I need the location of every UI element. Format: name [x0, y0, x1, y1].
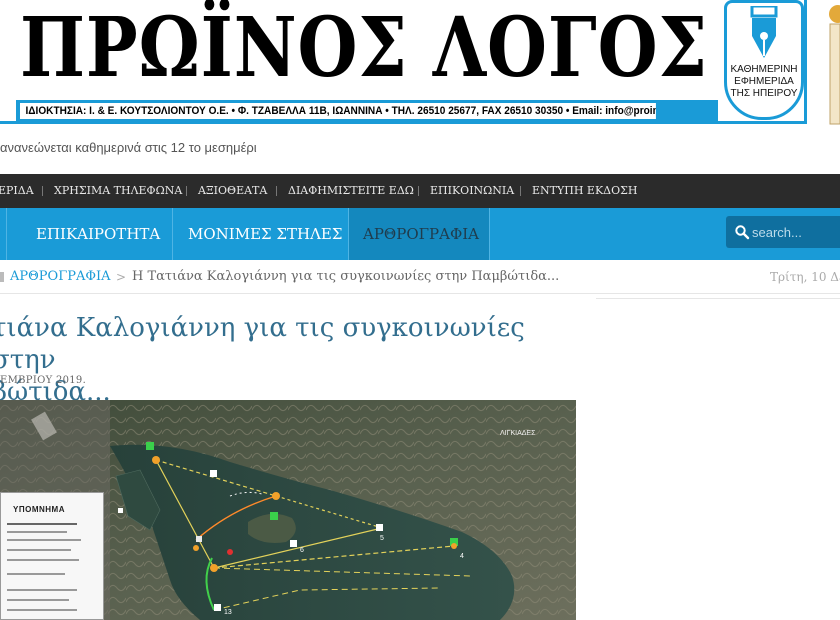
legend-line: [7, 559, 79, 561]
top-nav-separator: [42, 186, 43, 196]
main-nav-divider: [172, 208, 173, 260]
pen-nib-icon: [750, 6, 778, 58]
seal-line-3: ΤΗΣ ΗΠΕΙΡΟΥ: [730, 88, 798, 99]
seal-badge: ΚΑΘΗΜΕΡΙΝΗ ΕΦΗΜΕΡΙΔΑ ΤΗΣ ΗΠΕΙΡΟΥ: [724, 0, 806, 122]
top-nav-item-sights[interactable]: ΑΞΙΟΘΕΑΤΑ: [198, 174, 267, 208]
legend-line: [7, 539, 81, 541]
legend-line: [7, 609, 77, 611]
imprint-bar: ΙΔΙΟΚΤΗΣΙΑ: Ι. & Ε. ΚΟΥΤΣΟΛΙΟΝΤΟΥ Ο.Ε. •…: [16, 100, 718, 122]
svg-text:4: 4: [460, 553, 464, 560]
svg-text:5: 5: [380, 535, 384, 542]
top-nav-separator: [520, 186, 521, 196]
search-input[interactable]: [752, 220, 840, 244]
map-legend: ΥΠΟΜΝΗΜΑ: [0, 492, 104, 620]
article-map-image[interactable]: 6 5 4 13 ΛΙΓΚΙΑΔΕΣ ΥΠΟΜΝΗΜΑ: [0, 400, 576, 620]
search-icon[interactable]: [734, 224, 750, 240]
svg-text:6: 6: [300, 547, 304, 554]
legend-line: [7, 531, 67, 533]
legend-line: [7, 589, 77, 591]
top-nav: ΕΡΙΔΑ ΧΡΗΣΙΜΑ ΤΗΛΕΦΩΝΑ ΑΞΙΟΘΕΑΤΑ ΔΙΑΦΗΜΙ…: [0, 174, 840, 208]
main-nav: ΕΠΙΚΑΙΡΟΤΗΤΑ ΜΟΝΙΜΕΣ ΣΤΗΛΕΣ ΑΡΘΡΟΓΡΑΦΙΑ: [0, 208, 840, 260]
tagline: ανανεώνεται καθημερινά στις 12 το μεσημέ…: [0, 140, 257, 155]
imprint-text: ΙΔΙΟΚΤΗΣΙΑ: Ι. & Ε. ΚΟΥΤΣΟΛΙΟΝΤΟΥ Ο.Ε. •…: [20, 103, 656, 119]
current-date: Τρίτη, 10 Δεκ: [770, 270, 840, 284]
top-nav-separator: [276, 186, 277, 196]
article-title: τιάνα Καλογιάννη για τις συγκοινωνίες στ…: [0, 312, 592, 408]
main-nav-tab-articles[interactable]: ΑΡΘΡΟΓΡΑΦΙΑ: [349, 208, 489, 260]
legend-line: [7, 599, 69, 601]
article-date: ΕΜΒΡΙΟΥ 2019.: [0, 375, 87, 386]
top-nav-item[interactable]: ΕΡΙΔΑ: [0, 174, 34, 208]
legend-line: [7, 573, 65, 575]
legend-line: [7, 523, 77, 525]
top-nav-item-contact[interactable]: ΕΠΙΚΟΙΝΩΝΙΑ: [430, 174, 514, 208]
top-nav-separator: [418, 186, 419, 196]
seal-line-2: ΕΦΗΜΕΡΙΔΑ: [734, 76, 794, 87]
home-partial-icon: [0, 272, 4, 282]
seal-text: ΚΑΘΗΜΕΡΙΝΗ ΕΦΗΜΕΡΙΔΑ ΤΗΣ ΗΠΕΙΡΟΥ: [728, 64, 800, 100]
legend-line: [7, 549, 71, 551]
breadcrumb-section-link[interactable]: ΑΡΘΡΟΓΡΑΦΙΑ: [10, 260, 111, 294]
top-nav-item-advertise[interactable]: ΔΙΑΦΗΜΙΣΤΕΙΤΕ ΕΔΩ: [288, 174, 414, 208]
map-place-label: ΛΙΓΚΙΑΔΕΣ: [500, 430, 536, 437]
top-nav-item-phones[interactable]: ΧΡΗΣΙΜΑ ΤΗΛΕΦΩΝΑ: [54, 174, 182, 208]
page: ΠΡΩΪΝΟΣ ΛΟΓΟΣ ΙΔΙΟΚΤΗΣΙΑ: Ι. & Ε. ΚΟΥΤΣΟ…: [0, 0, 840, 620]
breadcrumb-current: Η Τατιάνα Καλογιάννη για τις συγκοινωνίε…: [132, 269, 560, 284]
main-nav-tab-columns[interactable]: ΜΟΝΙΜΕΣ ΣΤΗΛΕΣ: [174, 208, 356, 260]
main-nav-divider: [489, 208, 490, 260]
breadcrumb: ΑΡΘΡΟΓΡΑΦΙΑ > Η Τατιάνα Καλογιάννη για τ…: [0, 260, 840, 294]
main-nav-tab-news[interactable]: ΕΠΙΚΑΙΡΟΤΗΤΑ: [22, 208, 174, 260]
breadcrumb-separator: >: [116, 270, 127, 284]
top-nav-separator: [186, 186, 187, 196]
article-title-line-1: τιάνα Καλογιάννη για τις συγκοινωνίες στ…: [0, 313, 525, 375]
masthead: ΠΡΩΪΝΟΣ ΛΟΓΟΣ ΙΔΙΟΚΤΗΣΙΑ: Ι. & Ε. ΚΟΥΤΣΟ…: [0, 0, 840, 134]
map-legend-title: ΥΠΟΜΝΗΜΑ: [13, 505, 65, 514]
main-nav-divider: [6, 208, 7, 260]
partial-figure-icon: [829, 5, 840, 125]
top-nav-item-print-edition[interactable]: ΕΝΤΥΠΗ ΕΚΔΟΣΗ: [532, 174, 638, 208]
site-logo[interactable]: ΠΡΩΪΝΟΣ ΛΟΓΟΣ: [20, 2, 708, 94]
svg-text:13: 13: [224, 609, 232, 616]
search-box[interactable]: [726, 216, 840, 248]
seal-line-1: ΚΑΘΗΜΕΡΙΝΗ: [730, 64, 798, 75]
sidebar-divider: [596, 298, 840, 299]
